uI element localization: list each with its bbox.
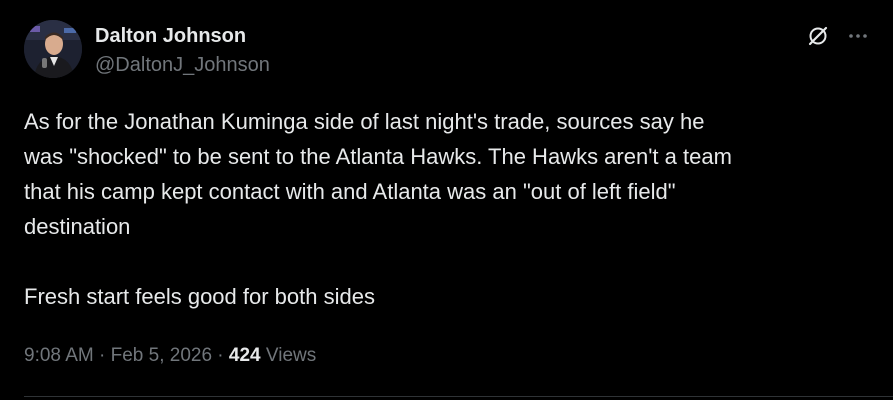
views-label: Views bbox=[260, 345, 317, 366]
author-display-name[interactable]: Dalton Johnson bbox=[95, 24, 246, 48]
tweet-date[interactable]: Feb 5, 2026 bbox=[111, 345, 212, 366]
meta-separator: · bbox=[212, 345, 229, 366]
author-handle[interactable]: @DaltonJ_Johnson bbox=[95, 53, 270, 77]
tweet-body: As for the Jonathan Kuminga side of last… bbox=[24, 104, 879, 314]
tweet-card: Dalton Johnson @DaltonJ_Johnson As for t… bbox=[0, 0, 893, 400]
grok-icon[interactable] bbox=[806, 24, 830, 48]
tweet-meta: 9:08 AM · Feb 5, 2026 · 424 Views bbox=[24, 344, 316, 368]
views-count: 424 bbox=[228, 345, 261, 366]
more-options-icon[interactable] bbox=[846, 24, 870, 48]
tweet-time[interactable]: 9:08 AM bbox=[24, 345, 94, 366]
avatar-photo bbox=[24, 20, 82, 78]
paragraph-spacer bbox=[24, 244, 879, 279]
divider bbox=[24, 396, 893, 397]
meta-separator: · bbox=[93, 345, 111, 366]
tweet-paragraph: As for the Jonathan Kuminga side of last… bbox=[24, 109, 732, 239]
avatar[interactable] bbox=[24, 20, 82, 78]
tweet-paragraph: Fresh start feels good for both sides bbox=[24, 284, 375, 309]
